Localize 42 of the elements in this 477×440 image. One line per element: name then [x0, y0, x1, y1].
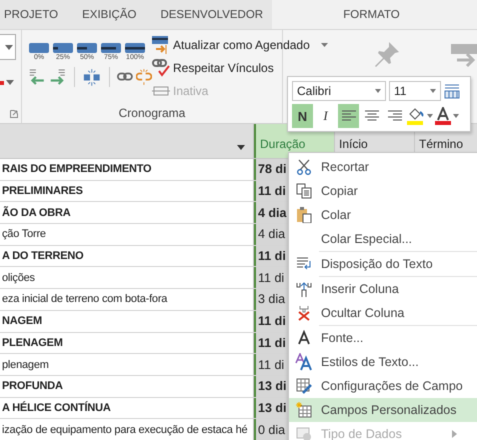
ribbon-tab[interactable]: DESENVOLVEDOR — [156, 8, 264, 20]
task-bar-icon — [77, 43, 97, 53]
caret-icon — [430, 89, 436, 93]
caret-icon — [375, 89, 381, 93]
ribbon-command[interactable]: Atualizar como Agendado — [152, 35, 328, 55]
menu-item[interactable]: Campos Personalizados — [289, 398, 477, 422]
task-bar-icon — [125, 43, 145, 53]
align-left-button[interactable] — [338, 104, 359, 128]
font-size-field[interactable]: 11 — [389, 81, 441, 101]
update-schedule-icon — [152, 36, 170, 54]
font-field[interactable]: Calibri — [292, 81, 386, 101]
task-bar-icon — [53, 43, 73, 53]
caret-icon[interactable] — [6, 80, 14, 85]
unlink-icon[interactable] — [136, 68, 152, 86]
chain-check-icon — [152, 59, 170, 77]
outdent-arrow-icon[interactable] — [28, 67, 46, 87]
indent-arrow-icon[interactable] — [48, 67, 66, 87]
align-center-icon — [364, 110, 378, 122]
submenu-arrow-icon — [452, 430, 457, 438]
caret-icon — [5, 44, 13, 50]
align-left-icon — [342, 110, 356, 122]
caret-icon[interactable] — [453, 114, 459, 118]
caret-icon[interactable] — [427, 114, 433, 118]
bold-button[interactable]: N — [292, 104, 313, 128]
task-bar-icon — [101, 43, 121, 53]
dialog-launcher-icon[interactable] — [10, 110, 18, 118]
fill-color-icon[interactable] — [407, 107, 425, 125]
ribbon-tab[interactable]: FORMATO — [339, 8, 400, 20]
caret-icon[interactable] — [237, 145, 245, 150]
color-swatch-icon[interactable] — [0, 80, 4, 84]
split-task-icon[interactable] — [82, 67, 101, 87]
ribbon-tab[interactable]: PROJETO — [0, 8, 58, 20]
font-color-icon[interactable] — [435, 107, 451, 125]
ribbon-tab[interactable]: EXIBIÇÃO — [78, 8, 136, 20]
dropdown-field[interactable] — [0, 34, 16, 60]
group-label: Cronograma — [118, 106, 186, 120]
align-right-icon — [388, 110, 402, 122]
ribbon-command[interactable]: Respeitar Vínculos — [152, 58, 274, 78]
task-bar-icon — [29, 43, 49, 53]
table-icon[interactable] — [444, 83, 460, 99]
caret-icon — [320, 43, 328, 47]
link-icon[interactable] — [117, 71, 134, 83]
